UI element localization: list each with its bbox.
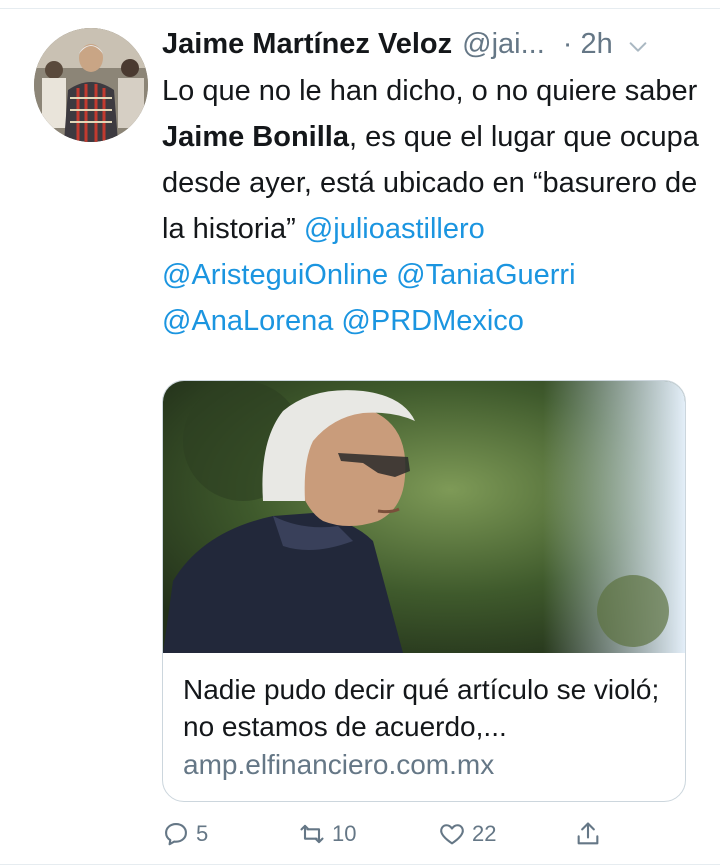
mention-link[interactable]: @PRDMexico	[341, 305, 524, 337]
like-button[interactable]: 22	[438, 818, 496, 850]
link-preview-card[interactable]: Nadie pudo decir qué artículo se violó; …	[162, 380, 686, 802]
heart-icon	[440, 824, 464, 845]
reply-count: 5	[196, 821, 209, 846]
reply-icon	[165, 823, 187, 846]
tweet-text: Lo que no le han dicho, o no quiere sabe…	[162, 68, 702, 344]
card-image	[163, 381, 685, 653]
mention-link[interactable]: @TaniaGuerri	[396, 259, 575, 291]
tweet-actions: 5 10 22	[160, 818, 610, 850]
mention-link[interactable]: @AristeguiOnline	[162, 259, 388, 291]
tweet-text-part-1: Lo que no le han dicho, o no quiere sabe…	[162, 75, 698, 107]
retweet-button[interactable]: 10	[298, 818, 356, 850]
share-icon	[577, 822, 599, 845]
bottom-divider	[0, 864, 720, 865]
retweet-count: 10	[332, 821, 357, 846]
card-title[interactable]: Nadie pudo decir qué artículo se violó; …	[183, 671, 673, 745]
top-divider	[0, 8, 720, 9]
author-name[interactable]: Jaime Martínez Veloz	[162, 28, 452, 61]
avatar-image	[34, 28, 148, 142]
card-domain[interactable]: amp.elfinanciero.com.mx	[183, 749, 494, 781]
avatar[interactable]	[34, 28, 148, 142]
retweet-icon	[300, 824, 324, 844]
tweet-text-bold: Jaime Bonilla	[162, 121, 349, 153]
tweet-timestamp[interactable]: · 2h	[563, 28, 613, 61]
share-button[interactable]	[574, 818, 602, 850]
like-count: 22	[472, 821, 497, 846]
tweet-header: Jaime Martínez Veloz @jai... · 2h	[162, 26, 702, 62]
chevron-down-icon[interactable]	[627, 33, 649, 55]
mention-link[interactable]: @julioastillero	[304, 213, 485, 245]
reply-button[interactable]: 5	[162, 818, 208, 850]
mention-link[interactable]: @AnaLorena	[162, 305, 333, 337]
author-handle[interactable]: @jai...	[462, 28, 545, 61]
